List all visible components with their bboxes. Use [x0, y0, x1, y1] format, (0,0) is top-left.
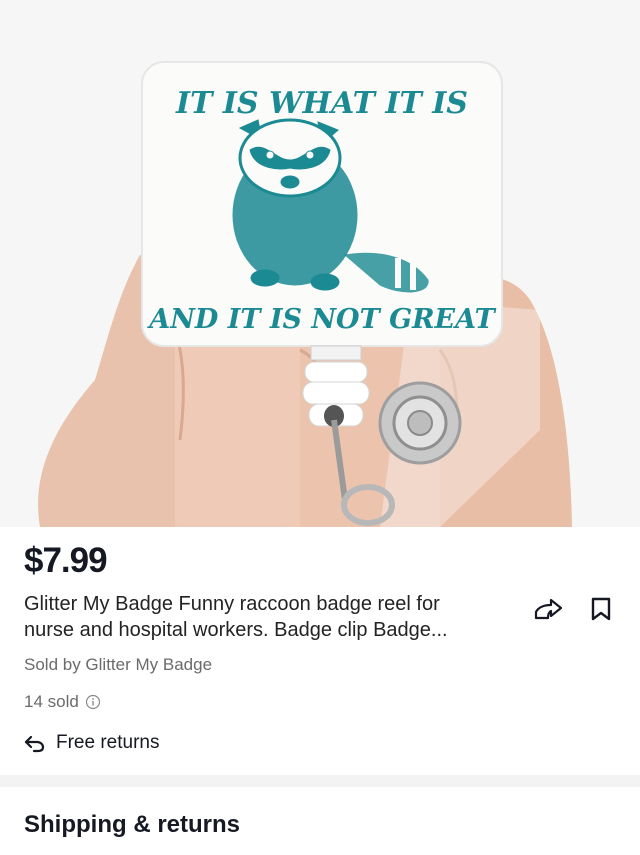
- product-price: $7.99: [24, 541, 108, 580]
- product-title[interactable]: Glitter My Badge Funny raccoon badge ree…: [24, 591, 524, 643]
- sold-count-label: 14 sold: [24, 692, 79, 711]
- return-arrow-icon: [24, 735, 45, 753]
- free-returns-row[interactable]: Free returns: [22, 732, 159, 754]
- section-divider: [0, 775, 640, 787]
- badge-card: IT IS WHAT IT IS AND IT IS NOT GREAT: [141, 61, 503, 347]
- seller-link[interactable]: Sold by Glitter My Badge: [24, 655, 212, 675]
- save-button[interactable]: [586, 591, 616, 627]
- sold-count: 14 sold: [24, 692, 101, 712]
- free-returns-label: Free returns: [56, 732, 160, 753]
- info-icon[interactable]: [85, 694, 101, 710]
- badge-top-text: IT IS WHAT IT IS: [175, 86, 468, 121]
- share-arrow-icon: [534, 598, 563, 620]
- share-button[interactable]: [530, 591, 566, 627]
- shipping-returns-section[interactable]: Shipping & returns: [0, 787, 640, 855]
- product-info: $7.99 Glitter My Badge Funny raccoon bad…: [0, 527, 640, 775]
- shipping-returns-heading: Shipping & returns: [24, 811, 240, 838]
- badge-bottom-text: AND IT IS NOT GREAT: [146, 304, 496, 335]
- product-title-line-2: nurse and hospital workers. Badge clip B…: [24, 619, 448, 641]
- bookmark-icon: [591, 597, 611, 621]
- product-title-line-1: Glitter My Badge Funny raccoon badge ree…: [24, 593, 440, 615]
- product-image[interactable]: IT IS WHAT IT IS AND IT IS NOT GREAT: [0, 0, 640, 527]
